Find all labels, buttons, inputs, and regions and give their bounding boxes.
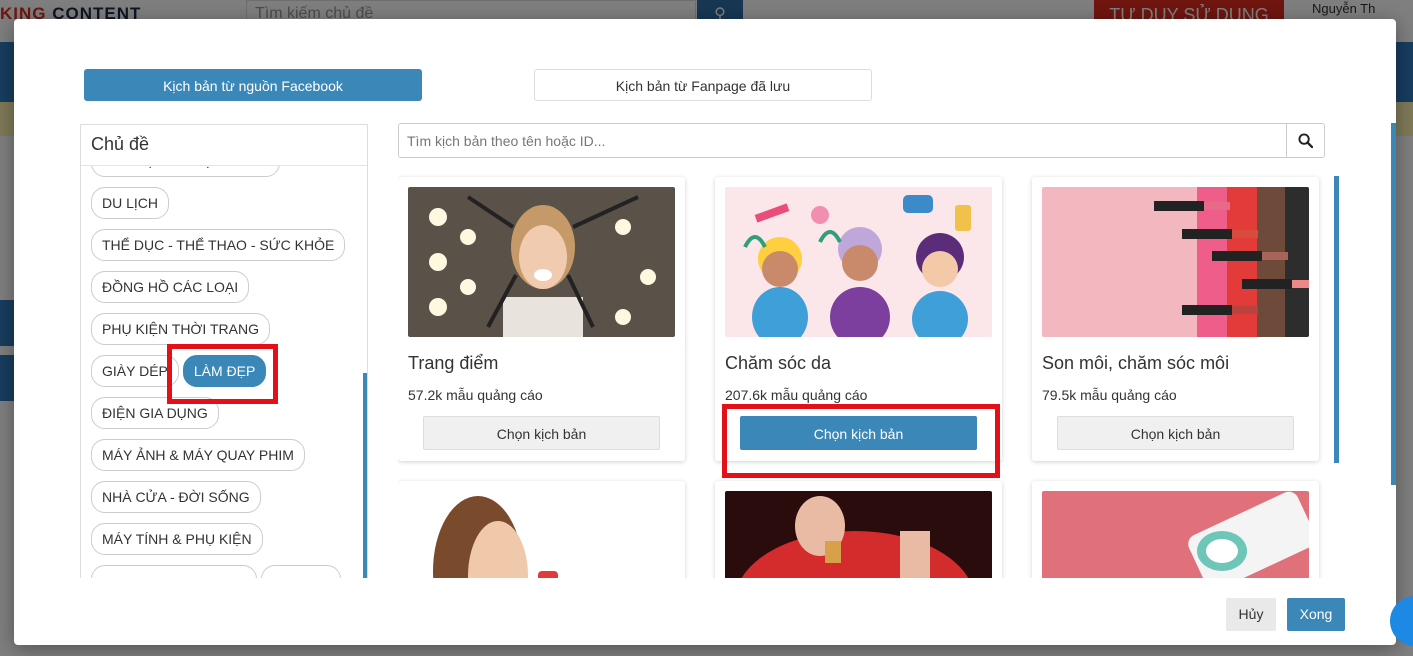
topic-chip-active[interactable]: LÀM ĐẸP bbox=[182, 355, 267, 387]
topic-chip[interactable]: MÁY TÍNH & PHỤ KIỆN bbox=[91, 523, 263, 555]
choose-script-button-selected[interactable]: Chọn kịch bản bbox=[740, 416, 977, 450]
script-card[interactable]: Trang điểm 57.2k mẫu quảng cáo Chọn kịch… bbox=[398, 177, 685, 461]
script-card-grid: Trang điểm 57.2k mẫu quảng cáo Chọn kịch… bbox=[398, 174, 1338, 578]
topic-chip[interactable]: NHÀ CỬA - ĐỜI SỐNG bbox=[91, 481, 261, 513]
topics-list: ẨM THỰC & THỰC PHẨM DU LỊCH THỂ DỤC - TH… bbox=[91, 145, 351, 578]
script-search-input[interactable] bbox=[399, 124, 1303, 157]
topic-chip[interactable]: ĐIỆN GIA DỤNG bbox=[91, 397, 219, 429]
modal-scrollbar[interactable] bbox=[1391, 123, 1396, 485]
tab-facebook-scripts[interactable]: Kịch bản từ nguồn Facebook bbox=[84, 69, 422, 101]
done-button[interactable]: Xong bbox=[1287, 598, 1345, 631]
topic-chip-partial[interactable] bbox=[261, 565, 341, 578]
card-ad-count: 79.5k mẫu quảng cáo bbox=[1042, 387, 1177, 403]
topic-chip[interactable]: PHỤ KIỆN THỜI TRANG bbox=[91, 313, 270, 345]
search-icon bbox=[1298, 133, 1313, 148]
card-image-lipstick bbox=[1042, 187, 1309, 337]
cards-scrollbar[interactable] bbox=[1334, 176, 1339, 463]
script-card[interactable] bbox=[715, 481, 1002, 578]
script-card[interactable]: Chăm sóc da 207.6k mẫu quảng cáo Chọn kị… bbox=[715, 177, 1002, 461]
topic-chip-partial[interactable] bbox=[91, 565, 257, 578]
script-picker-modal: Kịch bản từ nguồn Facebook Kịch bản từ F… bbox=[14, 19, 1396, 645]
card-image-skincare bbox=[725, 187, 992, 337]
card-image-makeup bbox=[408, 187, 675, 337]
card-image-perfume bbox=[725, 491, 992, 578]
card-title: Son môi, chăm sóc môi bbox=[1042, 353, 1230, 373]
card-title: Chăm sóc da bbox=[725, 353, 832, 373]
script-card[interactable] bbox=[398, 481, 685, 578]
script-search bbox=[398, 123, 1325, 158]
topic-chip[interactable]: THỂ DỤC - THỂ THAO - SỨC KHỎE bbox=[91, 229, 346, 261]
script-card[interactable]: Son môi, chăm sóc môi 79.5k mẫu quảng cá… bbox=[1032, 177, 1319, 461]
topic-chip[interactable]: DU LỊCH bbox=[91, 187, 170, 219]
tab-fanpage-scripts[interactable]: Kịch bản từ Fanpage đã lưu bbox=[534, 69, 872, 101]
topics-panel: Chủ đề ẨM THỰC & THỰC PHẨM DU LỊCH THỂ D… bbox=[80, 124, 368, 578]
choose-script-button[interactable]: Chọn kịch bản bbox=[423, 416, 660, 450]
search-button[interactable] bbox=[1286, 124, 1324, 157]
topic-chip[interactable]: GIÀY DÉP bbox=[91, 355, 179, 387]
cancel-button[interactable]: Hủy bbox=[1226, 598, 1276, 631]
topic-chip[interactable]: ĐỒNG HỒ CÁC LOẠI bbox=[91, 271, 250, 303]
topics-title: Chủ đề bbox=[81, 125, 367, 166]
card-image-hair bbox=[408, 491, 675, 578]
card-image-toothpaste bbox=[1042, 491, 1309, 578]
card-title: Trang điểm bbox=[408, 353, 499, 373]
script-card[interactable] bbox=[1032, 481, 1319, 578]
card-ad-count: 207.6k mẫu quảng cáo bbox=[725, 387, 868, 403]
topic-chip[interactable]: MÁY ẢNH & MÁY QUAY PHIM bbox=[91, 439, 305, 471]
choose-script-button[interactable]: Chọn kịch bản bbox=[1057, 416, 1294, 450]
card-ad-count: 57.2k mẫu quảng cáo bbox=[408, 387, 543, 403]
topics-scrollbar[interactable] bbox=[363, 373, 367, 578]
